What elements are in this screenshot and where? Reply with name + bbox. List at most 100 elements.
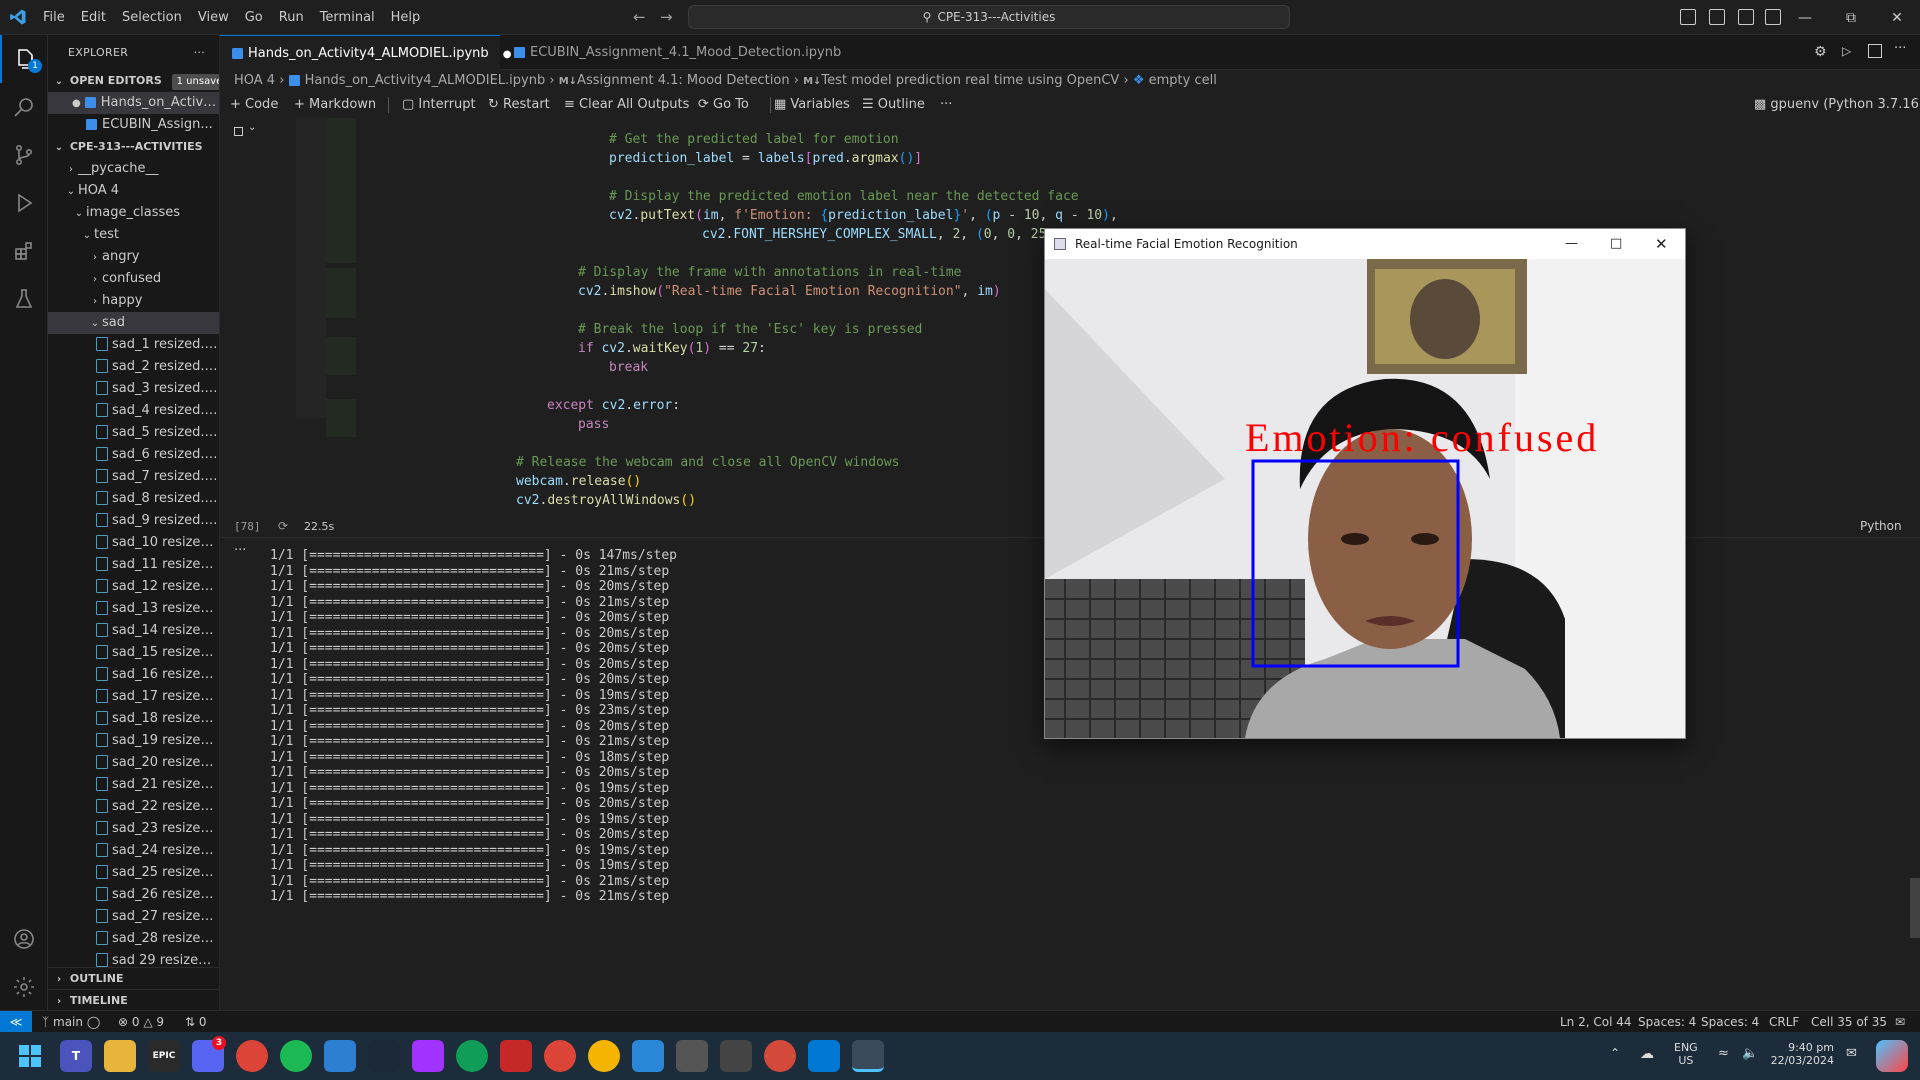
volume-icon[interactable]: 🔈 (1742, 1046, 1758, 1061)
toggle-secondary-sidebar-icon[interactable] (1738, 9, 1754, 25)
interrupt-button[interactable]: ▢ Interrupt (402, 92, 476, 118)
explorer-icon[interactable]: 1 (0, 35, 48, 83)
add-markdown-button[interactable]: + Markdown (294, 92, 376, 118)
file-item[interactable]: sad_11 resized.j... (48, 554, 219, 576)
customize-layout-icon[interactable] (1765, 9, 1781, 25)
variables-button[interactable]: ▦ Variables (774, 92, 850, 118)
notification-bell-icon[interactable]: ✉ (1846, 1046, 1857, 1061)
vscode-taskbar-icon[interactable] (808, 1040, 840, 1072)
source-control-icon[interactable] (0, 131, 48, 179)
settings-gear-icon[interactable] (0, 963, 48, 1011)
edge-icon[interactable] (456, 1040, 488, 1072)
ports-indicator[interactable]: ⇅ 0 (185, 1011, 207, 1033)
outline-button[interactable]: ☰ Outline (862, 92, 925, 118)
maximize-icon[interactable]: □ (1610, 229, 1622, 259)
windows-start-icon[interactable] (14, 1040, 46, 1072)
file-item[interactable]: sad_6 resized.jpg (48, 444, 219, 466)
restart-button[interactable]: ↻ Restart (488, 92, 550, 118)
open-editor-item[interactable]: ECUBIN_Assign... (48, 114, 219, 136)
github-desktop-icon[interactable] (720, 1040, 752, 1072)
messenger-icon[interactable] (412, 1040, 444, 1072)
command-center-search[interactable]: ⚲ CPE-313---Activities (688, 5, 1290, 29)
kernel-picker[interactable]: ▩ gpuenv (Python 3.7.16) (1754, 92, 1920, 118)
app-icon[interactable] (676, 1040, 708, 1072)
discord-icon[interactable]: 3 (192, 1036, 226, 1072)
folder-item[interactable]: ⌄ sad (48, 312, 219, 334)
python-window-icon[interactable] (852, 1040, 884, 1072)
clear-outputs-button[interactable]: ≡ Clear All Outputs (564, 92, 689, 118)
remote-icon[interactable]: ≪ (0, 1011, 32, 1033)
file-item[interactable]: sad_17 resized.j... (48, 686, 219, 708)
cell-indicator[interactable]: Cell 35 of 35 (1811, 1011, 1887, 1033)
file-item[interactable]: sad_25 resized.j... (48, 862, 219, 884)
browser-icon[interactable] (324, 1040, 356, 1072)
file-item[interactable]: sad_1 resized.jpg (48, 334, 219, 356)
open-editor-item[interactable]: ● Hands_on_Activi... (48, 92, 219, 114)
chrome-profile-icon[interactable] (544, 1040, 576, 1072)
file-item[interactable]: sad_15 resized.j... (48, 642, 219, 664)
input-language[interactable]: ENG US (1674, 1041, 1698, 1067)
outline-section-header[interactable]: › OUTLINE (48, 967, 220, 989)
accounts-icon[interactable] (0, 915, 48, 963)
eol-indicator[interactable]: CRLF (1769, 1011, 1799, 1033)
menu-run[interactable]: Run (271, 0, 312, 35)
forward-arrow-icon[interactable]: → (660, 8, 673, 26)
file-item[interactable]: sad_27 resized.j... (48, 906, 219, 928)
file-item[interactable]: sad_22 resized.j... (48, 796, 219, 818)
gear-icon[interactable]: ⚙ (1814, 44, 1827, 60)
scrollbar-thumb[interactable] (1910, 878, 1920, 938)
teams-icon[interactable]: T (60, 1040, 92, 1072)
minimize-icon[interactable]: — (1782, 0, 1828, 35)
folder-item[interactable]: ⌄ test (48, 224, 219, 246)
copilot-icon[interactable] (1876, 1040, 1908, 1072)
breadcrumb-item[interactable]: Assignment 4.1: Mood Detection (577, 73, 790, 88)
file-item[interactable]: sad_9 resized.jpg (48, 510, 219, 532)
file-item[interactable]: sad_24 resized.j... (48, 840, 219, 862)
folder-item[interactable]: ⌄ image_classes (48, 202, 219, 224)
notifications-icon[interactable]: ✉ (1895, 1011, 1905, 1033)
folder-item[interactable]: › __pycache__ (48, 158, 219, 180)
spotify-icon[interactable] (280, 1040, 312, 1072)
toggle-panel-icon[interactable] (1709, 9, 1725, 25)
chrome-canary-icon[interactable] (588, 1040, 620, 1072)
file-item[interactable]: sad_10 resized.j... (48, 532, 219, 554)
cell-select-icon[interactable] (234, 127, 243, 136)
menu-help[interactable]: Help (383, 0, 429, 35)
file-item[interactable]: sad_7 resized.jpg (48, 466, 219, 488)
split-editor-icon[interactable] (1868, 44, 1882, 58)
file-item[interactable]: sad_3 resized.jpg (48, 378, 219, 400)
file-item[interactable]: sad_16 resized.j... (48, 664, 219, 686)
timeline-section-header[interactable]: › TIMELINE (48, 989, 220, 1011)
menu-file[interactable]: File (35, 0, 73, 35)
cell-language[interactable]: Python (1860, 519, 1902, 533)
more-actions-icon[interactable]: ··· (1894, 41, 1906, 56)
menu-edit[interactable]: Edit (73, 0, 114, 35)
steam-icon[interactable] (368, 1040, 400, 1072)
file-item[interactable]: sad_21 resized.j... (48, 774, 219, 796)
file-item[interactable]: sad_8 resized.jpg (48, 488, 219, 510)
branch-indicator[interactable]: ᛉ main ◯ (42, 1011, 100, 1033)
notepad-icon[interactable] (632, 1040, 664, 1072)
more-actions-icon[interactable]: ··· (194, 35, 205, 70)
file-explorer-icon[interactable] (104, 1040, 136, 1072)
folder-item[interactable]: › angry (48, 246, 219, 268)
minimize-icon[interactable]: — (1565, 229, 1578, 259)
search-icon[interactable] (0, 83, 48, 131)
tab-hands-on-activity[interactable]: Hands_on_Activity4_ALMODIEL.ipynb ● (220, 35, 512, 70)
file-item[interactable]: sad_28 resized.j... (48, 928, 219, 950)
clock[interactable]: 9:40 pm 22/03/2024 (1762, 1041, 1834, 1067)
file-item[interactable]: sad_26 resized.j... (48, 884, 219, 906)
file-item[interactable]: sad_5 resized.jpg (48, 422, 219, 444)
breadcrumb-item[interactable]: empty cell (1149, 73, 1217, 88)
file-item[interactable]: sad_14 resized.j... (48, 620, 219, 642)
file-item[interactable]: sad_19 resized.j... (48, 730, 219, 752)
game-app-icon[interactable] (764, 1040, 796, 1072)
tray-chevron-up-icon[interactable]: ⌃ (1610, 1046, 1620, 1060)
file-item[interactable]: sad_12 resized.j... (48, 576, 219, 598)
wifi-icon[interactable]: ≈ (1718, 1046, 1729, 1061)
go-to-button[interactable]: ⟳ Go To (698, 92, 749, 118)
more-actions-icon[interactable]: ··· (940, 92, 952, 118)
add-code-button[interactable]: + Code (230, 92, 278, 118)
folder-item[interactable]: › confused (48, 268, 219, 290)
menu-go[interactable]: Go (237, 0, 271, 35)
